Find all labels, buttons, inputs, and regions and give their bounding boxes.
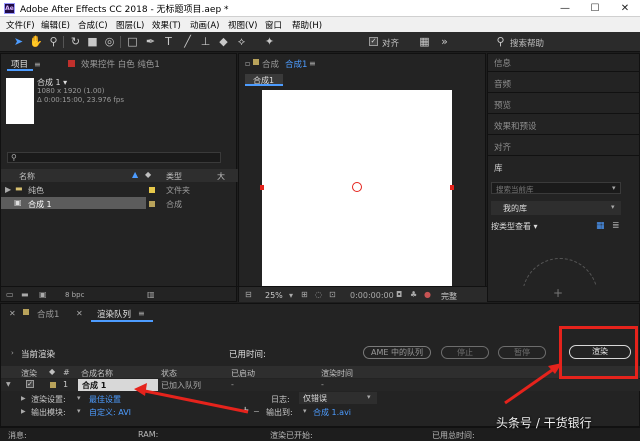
watermark: 头条号 / 干货银行 bbox=[496, 416, 592, 430]
annotation-arrow-line bbox=[504, 364, 559, 405]
annotation-arrow-line bbox=[139, 388, 249, 414]
annotation-arrows bbox=[134, 363, 562, 414]
annotation-arrowhead bbox=[134, 383, 147, 396]
